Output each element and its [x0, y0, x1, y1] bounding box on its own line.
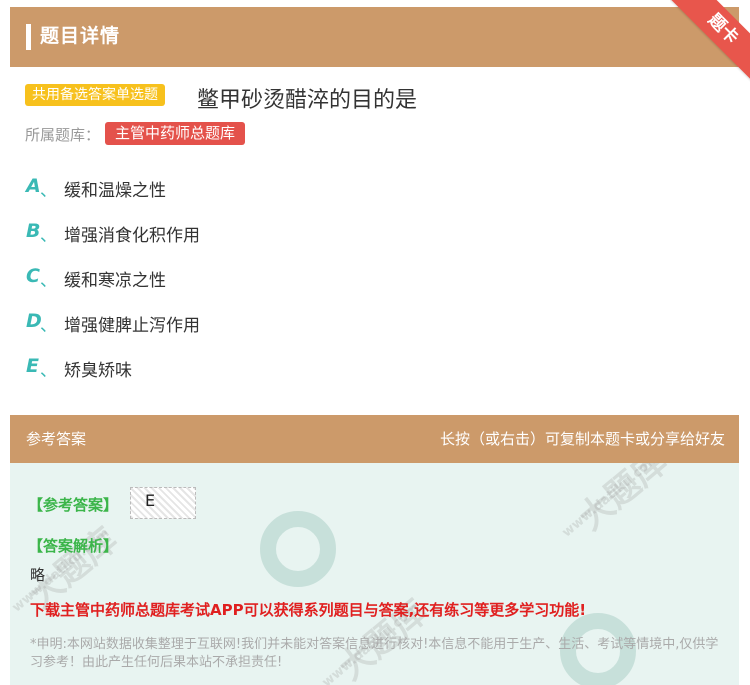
answer-key-label: 【参考答案】 — [28, 496, 119, 514]
option-separator: 、 — [40, 361, 57, 381]
header-title: 题目详情 — [40, 25, 121, 47]
option-letter: A — [26, 175, 41, 197]
option-separator: 、 — [40, 271, 57, 291]
option-letter: E — [26, 355, 39, 377]
answer-body: 大题库 www.datiku.com 大题库 www.datiku.com 大题… — [10, 463, 739, 685]
option-b[interactable]: B 、 增强消食化积作用 — [26, 220, 426, 250]
disclaimer-text: *申明:本网站数据收集整理于互联网!我们并未能对答案信息进行核对!本信息不能用于… — [30, 637, 719, 670]
answer-header: 参考答案 长按（或右击）可复制本题卡或分享给好友 — [10, 415, 739, 463]
option-d[interactable]: D 、 增强健脾止泻作用 — [26, 310, 426, 340]
share-hint: 长按（或右击）可复制本题卡或分享给好友 — [439, 430, 725, 448]
option-separator: 、 — [40, 316, 57, 336]
card-header: 题目详情 — [10, 7, 739, 67]
option-text: 矫臭矫味 — [64, 361, 132, 381]
question-card-ribbon: 题卡 — [670, 0, 750, 83]
option-text: 缓和温燥之性 — [64, 181, 166, 201]
download-app-link[interactable]: 下载主管中药师总题库考试APP可以获得系列题目与答案,还有练习等更多学习功能! — [30, 599, 586, 620]
answer-key-image — [130, 487, 196, 519]
option-letter: B — [26, 220, 41, 242]
option-a[interactable]: A 、 缓和温燥之性 — [26, 175, 426, 205]
option-e[interactable]: E 、 矫臭矫味 — [26, 355, 426, 385]
answer-section-title: 参考答案 — [26, 430, 87, 448]
option-separator: 、 — [40, 181, 57, 201]
bank-tag[interactable]: 主管中药师总题库 — [105, 122, 246, 145]
analysis-text: 略 — [30, 566, 46, 584]
option-c[interactable]: C 、 缓和寒凉之性 — [26, 265, 426, 295]
watermark-brand: 大题库 — [571, 463, 676, 539]
analysis-label: 【答案解析】 — [28, 537, 119, 555]
option-text: 缓和寒凉之性 — [64, 271, 166, 291]
bank-label: 所属题库： — [25, 126, 101, 144]
option-text: 增强消食化积作用 — [64, 226, 200, 246]
watermark-logo-icon — [260, 511, 336, 587]
option-letter: C — [26, 265, 40, 287]
answer-key-value: E — [145, 491, 156, 510]
watermark-url: www.datiku.com — [559, 463, 663, 541]
question-title: 鳖甲砂烫醋淬的目的是 — [197, 88, 418, 113]
option-separator: 、 — [40, 226, 57, 246]
ribbon-container: 题卡 — [670, 0, 750, 83]
option-text: 增强健脾止泻作用 — [64, 316, 200, 336]
header-accent-bar — [26, 24, 31, 50]
question-card: 题目详情 共用备选答案单选题 鳖甲砂烫醋淬的目的是 所属题库： 主管中药师总题库… — [10, 7, 739, 685]
question-type-badge: 共用备选答案单选题 — [25, 84, 165, 106]
